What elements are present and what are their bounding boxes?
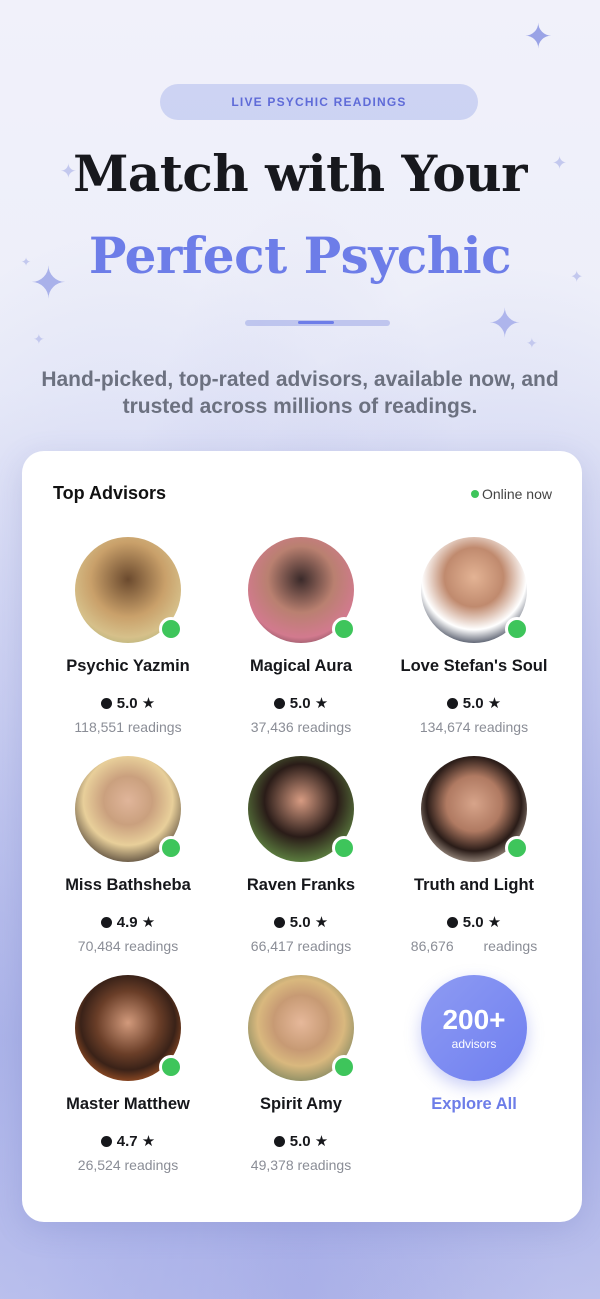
online-dot-icon — [470, 490, 479, 498]
sparkle-icon: ✦ — [526, 335, 538, 351]
bullet-icon — [273, 1135, 285, 1147]
top-advisors-card: Top Advisors Online now Psychic Yazmin 5… — [22, 451, 582, 1222]
sparkle-icon: ✦ — [488, 302, 522, 346]
bullet-icon — [273, 916, 285, 928]
advisor-readings: 37,436 readings — [250, 719, 352, 735]
advisor-rating: 5.0 ★ — [211, 694, 391, 712]
advisor-readings: 70,484 readings — [77, 938, 179, 954]
online-status-icon — [332, 836, 356, 860]
divider-accent — [298, 321, 334, 324]
card-title: Top Advisors — [53, 483, 167, 503]
online-status-icon — [332, 617, 356, 641]
online-status-icon — [332, 1055, 356, 1079]
advisor-name: Spirit Amy — [260, 1095, 342, 1113]
subtitle: Hand-picked, top-rated advisors, availab… — [41, 368, 559, 418]
online-status-icon — [159, 836, 183, 860]
advisor-rating: 5.0 ★ — [38, 694, 218, 712]
online-status-icon — [505, 617, 529, 641]
advisor-name: Master Matthew — [66, 1095, 190, 1113]
live-readings-badge: LIVE PSYCHIC READINGS — [160, 84, 478, 120]
bullet-icon — [100, 697, 112, 709]
sparkle-icon: ✦ — [524, 18, 553, 56]
bullet-icon — [446, 697, 458, 709]
online-label: Online now — [481, 486, 552, 502]
advisor-name: Love Stefan's Soul — [400, 657, 548, 675]
bullet-icon — [100, 916, 112, 928]
advisor-readings: 118,551 readings — [74, 719, 182, 735]
advisor-rating: 5.0 ★ — [211, 1132, 391, 1150]
advisor-name: Psychic Yazmin — [66, 657, 190, 675]
advisors-count-circle[interactable]: 200+ advisors — [421, 975, 527, 1081]
bullet-icon — [273, 697, 285, 709]
online-status-icon — [505, 836, 529, 860]
sparkle-icon: ✦ — [33, 331, 45, 347]
advisor-readings: 26,524 readings — [77, 1157, 179, 1173]
online-status-icon — [159, 617, 183, 641]
advisor-rating: 4.9 ★ — [38, 913, 218, 931]
headline-line-1: Match with Your — [73, 144, 527, 203]
advisor-rating: 5.0 ★ — [384, 913, 564, 931]
advisor-readings: 86,676 readings — [410, 938, 538, 954]
advisor-name: Raven Franks — [246, 876, 356, 894]
advisor-readings: 134,674 readings — [419, 719, 529, 735]
advisor-rating: 5.0 ★ — [384, 694, 564, 712]
advisor-name: Truth and Light — [413, 876, 535, 894]
online-indicator: Online now — [470, 486, 552, 502]
advisor-name: Miss Bathsheba — [65, 876, 191, 894]
advisor-rating: 4.7 ★ — [38, 1132, 218, 1150]
advisor-readings: 49,378 readings — [250, 1157, 352, 1173]
advisors-count: 200+ — [442, 1004, 506, 1035]
advisor-name: Magical Aura — [249, 657, 353, 675]
advisor-readings: 66,417 readings — [250, 938, 352, 954]
bullet-icon — [446, 916, 458, 928]
online-status-icon — [159, 1055, 183, 1079]
bullet-icon — [100, 1135, 112, 1147]
advisors-count-label: advisors — [451, 1037, 497, 1051]
headline-line-2: Perfect Psychic — [88, 226, 512, 285]
advisor-rating: 5.0 ★ — [211, 913, 391, 931]
explore-all-link[interactable]: Explore All — [384, 1095, 564, 1114]
